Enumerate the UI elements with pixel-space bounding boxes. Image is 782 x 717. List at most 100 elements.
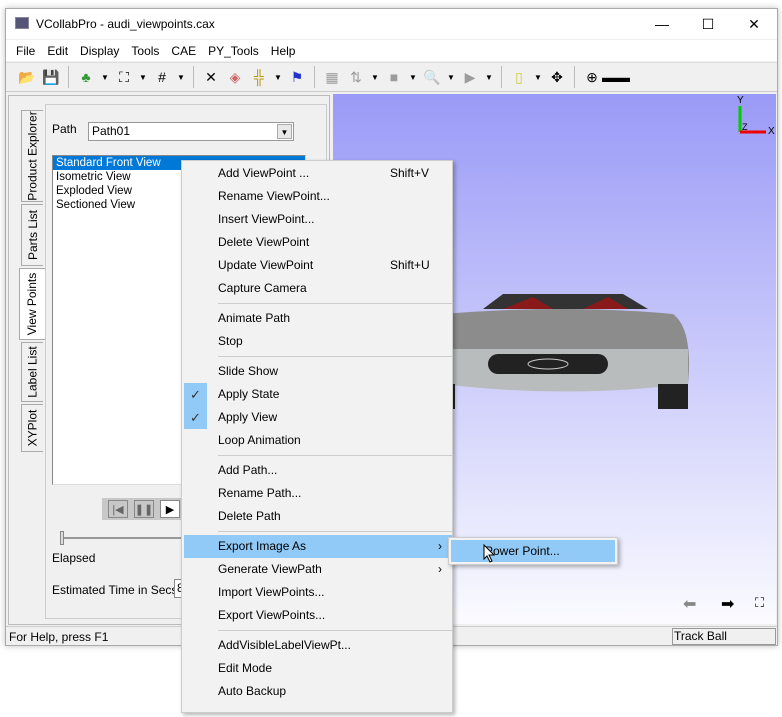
chevron-down-icon[interactable]: ▼ [274,73,282,82]
menu-tools[interactable]: Tools [125,44,165,58]
previous-arrow-icon[interactable]: ⬅ [683,594,696,614]
menu-item-apply-view[interactable]: ✓ Apply View [184,406,452,429]
menu-item-capture-camera[interactable]: Capture Camera [184,277,452,300]
menu-item-add-path[interactable]: Add Path... [184,459,452,482]
menu-cae[interactable]: CAE [165,44,202,58]
menu-item-label: Auto Backup [218,684,287,698]
app-icon [15,17,29,29]
pause-button[interactable]: ❚❚ [134,500,154,518]
chevron-down-icon[interactable]: ▼ [485,73,493,82]
note-icon[interactable]: ▯ [510,68,528,86]
menu-item-add-viewpoint[interactable]: Add ViewPoint ... Shift+V [184,162,452,185]
animation-icon[interactable]: ▦ [323,68,341,86]
menu-item-insert-viewpoint[interactable]: Insert ViewPoint... [184,208,452,231]
pan-icon[interactable]: ✥ [548,68,566,86]
menu-file[interactable]: File [10,44,41,58]
chevron-down-icon[interactable]: ▼ [371,73,379,82]
fullscreen-icon[interactable]: ⛶ [755,595,764,611]
menu-item-label: Generate ViewPath [218,562,322,576]
path-select[interactable]: Path01 ▼ [88,122,294,141]
menu-item-slide-show[interactable]: Slide Show [184,360,452,383]
svg-text:Y: Y [737,95,744,106]
maximize-button[interactable]: ☐ [685,9,731,39]
menu-py-tools[interactable]: PY_Tools [202,44,265,58]
menu-item-label: Export Image As [218,539,307,553]
chevron-down-icon[interactable]: ▼ [409,73,417,82]
fit-view-icon[interactable]: ⛶ [115,68,133,86]
grid-icon[interactable]: # [153,68,171,86]
menu-item-rename-path[interactable]: Rename Path... [184,482,452,505]
menu-item-power-point[interactable]: Power Point... [451,540,615,562]
menu-item-export-image-as[interactable]: Export Image As › [184,535,452,558]
menu-item-edit-mode[interactable]: Edit Mode [184,657,452,680]
menu-item-label: Edit Mode [218,661,273,675]
menu-edit[interactable]: Edit [41,44,74,58]
rewind-button[interactable]: |◀ [108,500,128,518]
menu-item-label: Rename Path... [218,486,302,500]
chevron-down-icon[interactable]: ▼ [139,73,147,82]
next-arrow-icon[interactable]: ➡ [721,594,734,614]
chevron-down-icon[interactable]: ▼ [277,124,292,139]
menu-item-rename-viewpoint[interactable]: Rename ViewPoint... [184,185,452,208]
save-icon[interactable]: 💾 [42,68,60,86]
chevron-right-icon: › [438,562,442,576]
toolbar: 📂 💾 ♣ ▼ ⛶ ▼ # ▼ ✕ ◈ ╬ ▼ ⚑ ▦ ⇅ ▼ ■ ▼ 🔍 ▼ ▶ ▼ ▯ ▼ ✥… [6,62,777,92]
chevron-down-icon[interactable]: ▼ [534,73,542,82]
menu-item-addvisiblelabelviewpt[interactable]: AddVisibleLabelViewPt... [184,634,452,657]
menu-item-label: Stop [218,334,243,348]
slider-thumb[interactable] [60,531,64,545]
shortcut-label: Shift+U [390,258,430,272]
menu-item-auto-backup[interactable]: Auto Backup [184,680,452,703]
checkmark-icon: ✓ [184,383,207,406]
explode-icon[interactable]: ✕ [202,68,220,86]
chevron-right-icon: › [438,539,442,553]
menu-item-label: Add Path... [218,463,278,477]
chevron-down-icon[interactable]: ▼ [101,73,109,82]
tab-view-points[interactable]: View Points [19,268,45,340]
context-menu: Add ViewPoint ... Shift+V Rename ViewPoint… [181,160,453,713]
steps-icon[interactable]: ⇅ [347,68,365,86]
tab-label-list[interactable]: Label List [21,342,43,402]
zoom-area-icon[interactable]: ⊕ [583,68,601,86]
menu-item-label: Capture Camera [218,281,307,295]
svg-text:X: X [768,126,775,137]
section-icon[interactable]: ◈ [226,68,244,86]
menu-help[interactable]: Help [265,44,302,58]
menu-item-label: Add ViewPoint ... [218,166,310,180]
film-icon[interactable]: ■ [385,68,403,86]
menu-separator [218,356,452,357]
probe-icon[interactable]: ⚑ [288,68,306,86]
tab-xyplot[interactable]: XYPlot [21,404,43,452]
measure-icon[interactable]: ╬ [250,68,268,86]
play-button[interactable]: ▶ [160,500,180,518]
close-button[interactable]: ✕ [731,9,777,39]
menu-item-update-viewpoint[interactable]: Update ViewPoint Shift+U [184,254,452,277]
title-bar: VCollabPro - audi_viewpoints.cax — ☐ ✕ [6,9,777,39]
chevron-down-icon[interactable]: ▼ [447,73,455,82]
menu-item-delete-path[interactable]: Delete Path [184,505,452,528]
menu-item-stop[interactable]: Stop [184,330,452,353]
open-icon[interactable]: 📂 [18,68,36,86]
menu-separator [218,455,452,456]
menu-item-loop-animation[interactable]: Loop Animation [184,429,452,452]
chevron-down-icon[interactable]: ▼ [177,73,185,82]
tab-parts-list[interactable]: Parts List [21,204,43,266]
menu-item-export-viewpoints[interactable]: Export ViewPoints... [184,604,452,627]
menu-display[interactable]: Display [74,44,125,58]
menu-item-delete-viewpoint[interactable]: Delete ViewPoint [184,231,452,254]
stereo-icon[interactable]: ▬▬ [602,68,630,86]
tree-icon[interactable]: ♣ [77,68,95,86]
menu-item-label: Slide Show [218,364,279,378]
menu-item-label: Export ViewPoints... [218,608,326,622]
magnify-icon[interactable]: 🔍 [423,68,441,86]
menu-item-animate-path[interactable]: Animate Path [184,307,452,330]
minimize-button[interactable]: — [639,9,685,39]
play-icon[interactable]: ▶ [461,68,479,86]
menu-item-apply-state[interactable]: ✓ Apply State [184,383,452,406]
shortcut-label: Shift+V [390,166,430,180]
menu-item-generate-viewpath[interactable]: Generate ViewPath › [184,558,452,581]
menu-item-import-viewpoints[interactable]: Import ViewPoints... [184,581,452,604]
tab-product-explorer[interactable]: Product Explorer [21,110,43,202]
menu-item-label: Delete ViewPoint [218,235,310,249]
menu-item-label: Loop Animation [218,433,301,447]
